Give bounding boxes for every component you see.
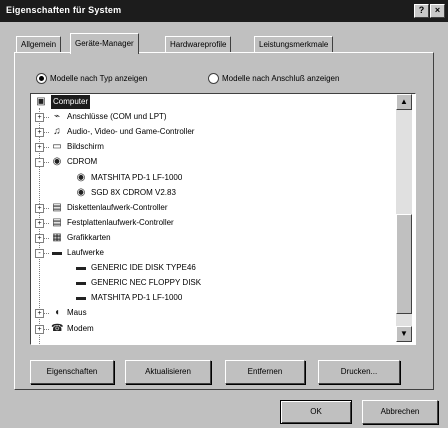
tree-item[interactable]: + ⌁ Anschlüsse (COM und LPT) <box>31 110 411 124</box>
tree-item[interactable]: + ▤ Diskettenlaufwerk-Controller <box>31 201 411 215</box>
cancel-button[interactable]: Abbrechen <box>362 400 438 424</box>
tree-item-label: CDROM <box>67 157 98 167</box>
tree-item-label: Modem <box>67 323 94 333</box>
remove-button[interactable]: Entfernen <box>225 360 305 384</box>
close-button[interactable]: × <box>430 4 445 18</box>
tree-item[interactable]: ▬ MATSHITA PD-1 LF-1000 <box>31 291 411 305</box>
controller-icon: ▤ <box>52 201 62 213</box>
radio-by-type-label: Modelle nach Typ anzeigen <box>50 74 148 83</box>
vertical-scrollbar[interactable]: ▲ ▼ <box>396 94 412 342</box>
radio-by-connection-label: Modelle nach Anschluß anzeigen <box>222 74 340 83</box>
tree-item-label: Laufwerke <box>67 248 104 257</box>
radio-unselected-indicator <box>208 73 219 85</box>
cdrom-device-icon: ◉ <box>76 171 86 183</box>
help-button[interactable]: ? <box>414 4 429 18</box>
tree-item-label: MATSHITA PD-1 LF-1000 <box>91 172 183 182</box>
expand-icon[interactable]: + <box>35 218 44 228</box>
refresh-button[interactable]: Aktualisieren <box>125 360 211 384</box>
tree-item-label: Grafikkarten <box>67 232 111 242</box>
drive-icon: ▬ <box>52 247 62 258</box>
port-icon: ⌁ <box>53 111 61 123</box>
tree-item[interactable]: - ◉ CDROM <box>31 155 411 169</box>
expand-icon[interactable]: + <box>35 324 44 334</box>
tab-general[interactable]: Allgemein <box>16 36 62 53</box>
expand-icon[interactable]: + <box>35 113 44 123</box>
tree-item-label: Bildschirm <box>67 142 104 152</box>
scroll-up-button[interactable]: ▲ <box>396 94 412 110</box>
expand-icon[interactable]: + <box>35 143 44 153</box>
tree-item-label: Audio-, Video- und Game-Controller <box>67 127 195 137</box>
tree-item-label: MATSHITA PD-1 LF-1000 <box>91 293 183 303</box>
modem-icon: ☎ <box>51 322 64 334</box>
tree-item-label: Diskettenlaufwerk-Controller <box>67 202 168 212</box>
tree-item[interactable]: + ▭ Bildschirm <box>31 140 411 154</box>
tree-item[interactable]: + ☎ Modem <box>31 322 411 336</box>
properties-button[interactable]: Eigenschaften <box>30 360 114 384</box>
scroll-thumb[interactable] <box>396 214 412 314</box>
collapse-icon[interactable]: - <box>35 158 44 168</box>
sound-icon: ♫ <box>53 126 61 138</box>
expand-icon[interactable]: + <box>35 128 44 138</box>
device-tree[interactable]: - ▣ Computer + ⌁ Anschlüsse (COM und LPT) + ♫ Au… <box>30 93 416 345</box>
ok-button[interactable]: OK <box>280 400 352 424</box>
disk-icon: ▬ <box>76 292 86 304</box>
expand-icon[interactable]: + <box>35 309 44 319</box>
tab-hardware-profiles[interactable]: Hardwareprofile <box>165 36 232 53</box>
tree-item[interactable]: + ▤ Festplattenlaufwerk-Controller <box>31 216 411 230</box>
collapse-icon[interactable]: - <box>35 249 44 258</box>
computer-icon: ▣ <box>36 96 46 107</box>
tree-item-label: Computer <box>51 95 91 109</box>
print-button[interactable]: Drucken... <box>318 360 400 384</box>
cdrom-device-icon: ◉ <box>76 186 86 198</box>
controller-icon: ▤ <box>52 216 62 228</box>
tree-item[interactable]: -▣Computer <box>31 95 411 109</box>
tree-item-label: Anschlüsse (COM und LPT) <box>67 112 167 122</box>
tab-device-manager[interactable]: Geräte-Manager <box>70 33 139 54</box>
radio-by-connection[interactable]: Modelle nach Anschluß anzeigen <box>208 72 339 86</box>
scroll-down-button[interactable]: ▼ <box>396 326 412 342</box>
disk-icon: ▬ <box>76 262 86 274</box>
radio-selected-indicator <box>36 73 47 85</box>
radio-by-type[interactable]: Modelle nach Typ anzeigen <box>36 72 147 86</box>
mouse-icon: ◖ <box>53 307 61 319</box>
tree-item[interactable]: + ♫ Audio-, Video- und Game-Controller <box>31 125 411 139</box>
tree-item-label: SGD 8X CDROM V2.83 <box>91 187 176 197</box>
tree-item[interactable]: + ◖ Maus <box>31 306 411 320</box>
tree-item-label: GENERIC IDE DISK TYPE46 <box>91 263 196 273</box>
tree-item-label: Festplattenlaufwerk-Controller <box>67 217 174 227</box>
tree-item-label: Maus <box>67 308 87 318</box>
tree-item[interactable]: ◉ SGD 8X CDROM V2.83 <box>31 186 411 200</box>
tree-item[interactable]: - ▬ Laufwerke <box>31 246 411 260</box>
tree-item[interactable]: ▬ GENERIC IDE DISK TYPE46 <box>31 261 411 275</box>
window-title: Eigenschaften für System <box>6 5 122 15</box>
cdrom-icon: ◉ <box>52 156 62 168</box>
tab-performance[interactable]: Leistungsmerkmale <box>254 36 334 53</box>
tree-item-label: GENERIC NEC FLOPPY DISK <box>91 278 202 288</box>
title-bar: Eigenschaften für System ? × <box>0 0 448 22</box>
tree-item[interactable]: ▬ GENERIC NEC FLOPPY DISK <box>31 276 411 290</box>
expand-icon[interactable]: + <box>35 203 44 213</box>
tree-item[interactable]: ◉ MATSHITA PD-1 LF-1000 <box>31 171 411 185</box>
expand-icon[interactable]: + <box>35 233 44 243</box>
display-adapter-icon: ▦ <box>52 231 62 243</box>
monitor-icon: ▭ <box>52 141 62 153</box>
disk-icon: ▬ <box>76 277 86 289</box>
tree-item[interactable]: + ▦ Grafikkarten <box>31 231 411 245</box>
